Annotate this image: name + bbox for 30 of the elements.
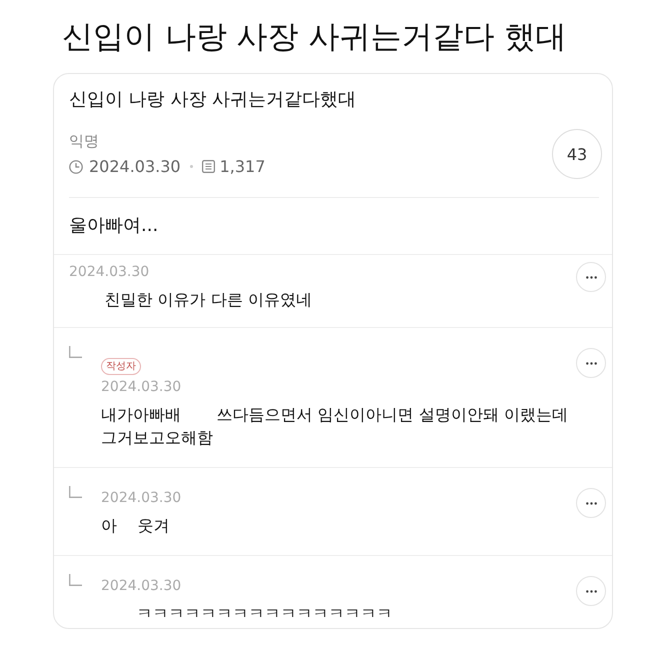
post-date: 2024.03.30 [89, 156, 181, 178]
more-button[interactable] [576, 576, 606, 606]
ellipsis-icon [586, 502, 596, 504]
corner-icon [69, 486, 82, 498]
ellipsis-icon [586, 590, 596, 592]
more-button[interactable] [576, 488, 606, 518]
comment-text: 친밀한 이유가 다른 이유였네 [104, 289, 312, 311]
author-tag: 작성자 [101, 358, 141, 375]
count-circle[interactable]: 43 [552, 129, 602, 179]
page-title: 신입이 나랑 사장 사귀는거같다 했대 [62, 18, 566, 57]
document-icon [202, 160, 215, 173]
more-button[interactable] [576, 262, 606, 292]
comment-text: ㅋㅋㅋㅋㅋㅋㅋㅋㅋㅋㅋㅋㅋㅋㅋㅋ [136, 603, 393, 625]
author-name: 익명 [69, 130, 99, 150]
comment-date: 2024.03.30 [101, 577, 182, 596]
dot-icon [190, 165, 193, 168]
ellipsis-icon [586, 276, 596, 278]
more-button[interactable] [576, 348, 606, 378]
post-body: 울아빠여... [69, 214, 158, 238]
post-title: 신입이 나랑 사장 사귀는거같다했대 [69, 88, 356, 112]
comment-date: 2024.03.30 [69, 263, 150, 282]
ellipsis-icon [586, 362, 596, 364]
corner-icon [69, 574, 82, 586]
comment-date: 2024.03.30 [101, 378, 182, 397]
corner-icon [69, 346, 82, 358]
comment-text: 내가아빠배 쓰다듬으면서 임신이아니면 설명이안돼 이랬는데 그거보고오해함 [101, 404, 568, 449]
view-count: 1,317 [220, 156, 266, 178]
clock-icon [69, 160, 83, 174]
comment-text: 아 웃겨 [101, 515, 170, 537]
comment-date: 2024.03.30 [101, 489, 182, 508]
